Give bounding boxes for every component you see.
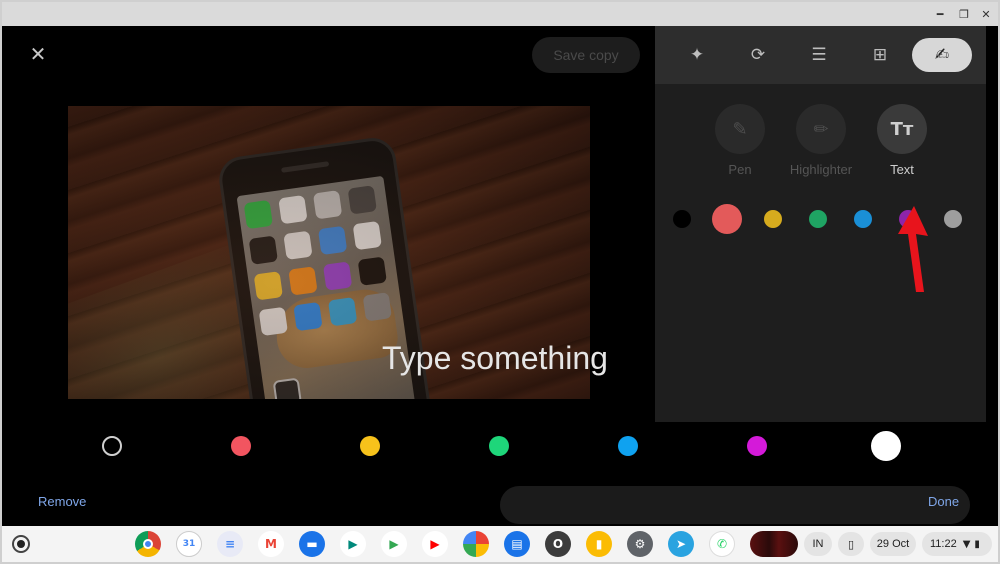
text-color-white[interactable] [871, 431, 901, 461]
minimize-icon[interactable]: ━ [928, 2, 952, 26]
battery-icon: ▮ [974, 538, 980, 550]
text-label: Text [890, 162, 914, 177]
title-bar: ━ ❐ ✕ [2, 2, 998, 26]
auto-enhance-icon[interactable]: ✦ [675, 38, 719, 72]
crop-rotate-icon[interactable]: ⟳ [736, 38, 780, 72]
files-icon[interactable]: ▬ [299, 531, 325, 557]
panel-color-red[interactable] [712, 204, 742, 234]
status-tray[interactable]: 11:22 ▼ ▮ [922, 532, 992, 556]
play-store-icon[interactable]: ▶ [381, 531, 407, 557]
arrow-shape [898, 206, 928, 292]
youtube-icon[interactable]: ▶ [422, 531, 448, 557]
launcher-icon[interactable] [12, 535, 30, 553]
filters-icon[interactable]: ⊞ [858, 38, 902, 72]
chromeos-shelf: 31 ≡ M ▬ ▶ ▶ ▶ ▤ O ▮ ⚙ ➤ ✆ IN ▯ 29 Oct 1… [2, 526, 998, 562]
editor-tabs: ✦ ⟳ ☰ ⊞ ✍ [655, 26, 986, 84]
highlighter-icon: ✏ [796, 104, 846, 154]
chrome-icon[interactable] [135, 531, 161, 557]
gmail-icon[interactable]: M [258, 531, 284, 557]
text-color-outline[interactable] [102, 436, 122, 456]
app-o-icon[interactable]: O [545, 531, 571, 557]
panel-color-gray[interactable] [944, 210, 962, 228]
panel-color-yellow[interactable] [764, 210, 782, 228]
input-method-badge[interactable]: IN [804, 532, 832, 556]
panel-color-black[interactable] [673, 210, 691, 228]
text-color-green[interactable] [489, 436, 509, 456]
date-display[interactable]: 29 Oct [870, 532, 916, 556]
open-windows-icon[interactable] [750, 531, 798, 557]
done-button[interactable]: Done [928, 494, 959, 509]
restore-icon[interactable]: ❐ [952, 2, 976, 26]
save-copy-button[interactable]: Save copy [532, 37, 640, 73]
calendar-app-icon[interactable]: 31 [176, 531, 202, 557]
photo-editor: ✕ Save copy Type something ✦ ⟳ ☰ ⊞ ✍ ✎ P… [2, 26, 998, 526]
highlighter-label: Highlighter [789, 162, 853, 177]
text-tool[interactable]: Tт Text [862, 104, 942, 177]
red-arrow-annotation [898, 206, 928, 292]
highlighter-tool[interactable]: ✏ Highlighter [781, 104, 861, 177]
text-color-magenta[interactable] [747, 436, 767, 456]
pen-tool[interactable]: ✎ Pen [700, 104, 780, 177]
photo-text-overlay[interactable]: Type something [382, 340, 608, 377]
markup-icon[interactable]: ✍ [912, 38, 972, 72]
panel-color-blue[interactable] [854, 210, 872, 228]
text-tool-icon: Tт [877, 104, 927, 154]
panel-color-green[interactable] [809, 210, 827, 228]
settings-icon[interactable]: ⚙ [627, 531, 653, 557]
docs-icon[interactable]: ≡ [217, 531, 243, 557]
wifi-icon: ▼ [962, 538, 971, 550]
pen-label: Pen [728, 162, 752, 177]
remove-button[interactable]: Remove [38, 494, 86, 509]
whatsapp-icon[interactable]: ✆ [709, 531, 735, 557]
text-entry-field[interactable] [500, 486, 970, 524]
meet-icon[interactable]: ▶ [340, 531, 366, 557]
text-color-red[interactable] [231, 436, 251, 456]
phone-hub-icon[interactable]: ▯ [838, 532, 864, 556]
clock-display: 11:22 [930, 538, 957, 550]
close-editor-icon[interactable]: ✕ [26, 42, 50, 66]
photos-shelf-icon[interactable] [463, 531, 489, 557]
adjust-icon[interactable]: ☰ [797, 38, 841, 72]
telegram-icon[interactable]: ➤ [668, 531, 694, 557]
pen-icon: ✎ [715, 104, 765, 154]
text-color-yellow[interactable] [360, 436, 380, 456]
text-color-blue[interactable] [618, 436, 638, 456]
close-icon[interactable]: ✕ [974, 2, 998, 26]
keep-icon[interactable]: ▮ [586, 531, 612, 557]
messages-icon[interactable]: ▤ [504, 531, 530, 557]
